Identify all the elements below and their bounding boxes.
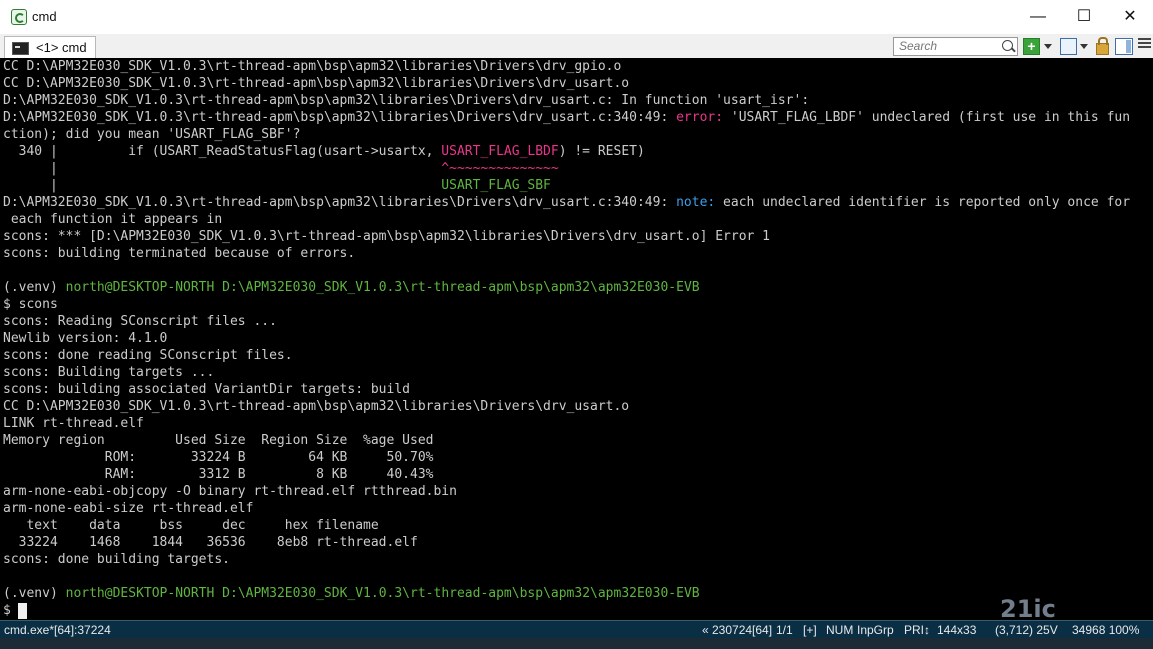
console-line: ROM: 33224 B 64 KB 50.70% — [3, 450, 434, 465]
console-output[interactable]: CC D:\APM32E030_SDK_V1.0.3\rt-thread-apm… — [0, 58, 1153, 620]
status-coords[interactable]: (3,712) 25V — [995, 623, 1058, 637]
source-code: 340 | if (USART_ReadStatusFlag(usart->us… — [3, 144, 442, 159]
status-right[interactable]: 34968 100% — [1072, 623, 1139, 637]
console-line: text data bss dec hex filename — [3, 518, 379, 533]
prompt-user-host: north@DESKTOP-NORTH — [65, 586, 215, 601]
console-line: | USART_FLAG_SBF — [3, 177, 551, 194]
title-bar: cmd — ☐ ✕ — [0, 0, 1153, 34]
status-inpgrp[interactable]: InpGrp — [857, 623, 894, 637]
console-line: CC D:\APM32E030_SDK_V1.0.3\rt-thread-apm… — [3, 76, 630, 91]
conemu-app-icon[interactable] — [11, 9, 27, 25]
venv-label: (.venv) — [3, 280, 66, 295]
note-location: D:\APM32E030_SDK_V1.0.3\rt-thread-apm\bs… — [3, 195, 677, 210]
prompt-user-host: north@DESKTOP-NORTH — [65, 280, 215, 295]
chevron-down-icon[interactable] — [1080, 44, 1088, 49]
console-line: D:\APM32E030_SDK_V1.0.3\rt-thread-apm\bs… — [3, 194, 1130, 211]
status-num[interactable]: NUM — [826, 623, 853, 637]
console-line: scons: Building targets ... — [3, 365, 215, 380]
console-line: D:\APM32E030_SDK_V1.0.3\rt-thread-apm\bs… — [3, 109, 1130, 126]
search-icon[interactable] — [1002, 40, 1013, 51]
new-console-button[interactable]: + — [1023, 38, 1040, 55]
venv-label: (.venv) — [3, 586, 66, 601]
console-line: CC D:\APM32E030_SDK_V1.0.3\rt-thread-apm… — [3, 59, 622, 74]
console-line: scons: building associated VariantDir ta… — [3, 382, 410, 397]
error-caret: ^~~~~~~~~~~~~~~ — [441, 161, 559, 176]
status-position[interactable]: « 230724[64] — [702, 623, 772, 637]
lock-icon[interactable] — [1096, 37, 1109, 55]
fix-suggestion: USART_FLAG_SBF — [441, 178, 551, 193]
error-location: D:\APM32E030_SDK_V1.0.3\rt-thread-apm\bs… — [3, 110, 677, 125]
tab-toolbar-strip: <1> cmd Search + — [0, 34, 1153, 59]
console-line: scons: *** [D:\APM32E030_SDK_V1.0.3\rt-t… — [3, 229, 771, 244]
split-panel-icon[interactable] — [1115, 38, 1133, 55]
error-keyword: error: — [676, 110, 724, 125]
error-highlight: USART_FLAG_LBDF — [441, 144, 559, 159]
console-line: ction); did you mean 'USART_FLAG_SBF'? — [3, 127, 301, 142]
search-input[interactable]: Search — [893, 37, 1018, 56]
tab-label: <1> cmd — [36, 40, 87, 55]
chevron-down-icon[interactable] — [1044, 44, 1052, 49]
source-code-tail: ) != RESET) — [558, 144, 645, 159]
text-cursor — [18, 603, 27, 619]
console-line: Newlib version: 4.1.0 — [3, 331, 168, 346]
console-line: scons: done building targets. — [3, 552, 230, 567]
console-line: D:\APM32E030_SDK_V1.0.3\rt-thread-apm\bs… — [3, 93, 810, 108]
console-line: 340 | if (USART_ReadStatusFlag(usart->us… — [3, 143, 645, 160]
close-button[interactable]: ✕ — [1107, 0, 1153, 34]
status-process[interactable]: cmd.exe*[64]:37224 — [4, 623, 111, 637]
error-message: 'USART_FLAG_LBDF' undeclared (first use … — [723, 110, 1131, 125]
console-line: arm-none-eabi-objcopy -O binary rt-threa… — [3, 484, 457, 499]
console-line: RAM: 3312 B 8 KB 40.43% — [3, 467, 434, 482]
tab-cmd[interactable]: <1> cmd — [4, 36, 96, 58]
console-line: arm-none-eabi-size rt-thread.elf — [3, 501, 254, 516]
note-keyword: note: — [676, 195, 716, 210]
console-icon — [12, 42, 29, 55]
background-window-strip — [0, 638, 1153, 649]
console-line: $ scons — [3, 297, 58, 312]
search-placeholder: Search — [899, 39, 938, 53]
window-title: cmd — [32, 9, 57, 24]
minimize-button[interactable]: — — [1015, 0, 1061, 34]
console-line: scons: done reading SConscript files. — [3, 348, 293, 363]
status-page[interactable]: 1/1 — [776, 623, 793, 637]
prompt-line: (.venv) north@DESKTOP-NORTH D:\APM32E030… — [3, 279, 700, 296]
console-line: scons: building terminated because of er… — [3, 246, 356, 261]
note-message: each undeclared identifier is reported o… — [715, 195, 1131, 210]
console-line: each function it appears in — [3, 212, 223, 227]
prompt-path: D:\APM32E030_SDK_V1.0.3\rt-thread-apm\bs… — [214, 586, 700, 601]
window-list-icon[interactable] — [1060, 38, 1077, 55]
status-plus[interactable]: [+] — [803, 623, 817, 637]
console-line: | ^~~~~~~~~~~~~~~ — [3, 160, 559, 177]
gutter: | — [3, 178, 442, 193]
prompt-line: (.venv) north@DESKTOP-NORTH D:\APM32E030… — [3, 585, 700, 602]
status-priority[interactable]: PRI↕ — [904, 623, 930, 637]
console-line: scons: Reading SConscript files ... — [3, 314, 277, 329]
console-line: CC D:\APM32E030_SDK_V1.0.3\rt-thread-apm… — [3, 399, 630, 414]
prompt-path: D:\APM32E030_SDK_V1.0.3\rt-thread-apm\bs… — [214, 280, 700, 295]
menu-icon[interactable] — [1138, 38, 1151, 53]
watermark-logo: 21ic — [1000, 595, 1056, 623]
prompt-symbol: $ — [3, 603, 19, 618]
status-bar: cmd.exe*[64]:37224 « 230724[64] 1/1 [+] … — [0, 620, 1153, 639]
console-line: LINK rt-thread.elf — [3, 416, 144, 431]
console-line: 33224 1468 1844 36536 8eb8 rt-thread.elf — [3, 535, 418, 550]
console-line: Memory region Used Size Region Size %age… — [3, 433, 434, 448]
status-size[interactable]: 144x33 — [937, 623, 976, 637]
maximize-button[interactable]: ☐ — [1061, 0, 1107, 34]
gutter: | — [3, 161, 442, 176]
